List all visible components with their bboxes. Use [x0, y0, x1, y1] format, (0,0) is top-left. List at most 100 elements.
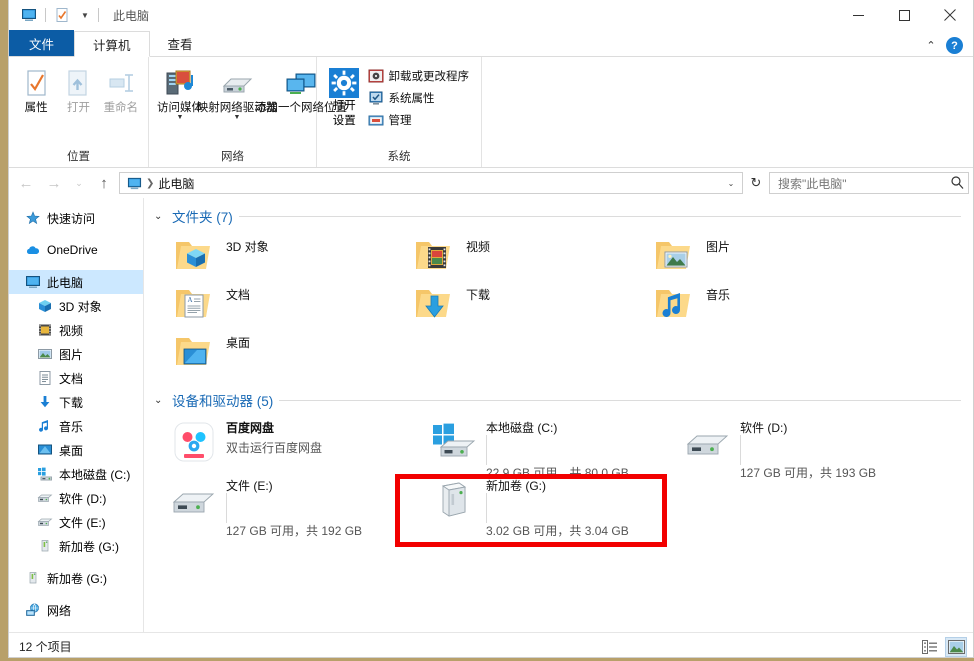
add-network-location-icon: [283, 67, 319, 101]
ribbon-button-open-settings-line1: 打开: [333, 99, 356, 114]
sidebar-item-drive-d[interactable]: 软件 (D:): [9, 486, 143, 510]
sidebar-item-3d-objects[interactable]: 3D 对象: [9, 294, 143, 318]
drive-icon: [37, 490, 53, 506]
sidebar-item-label: 新加卷 (G:): [47, 570, 107, 587]
sidebar-item-videos[interactable]: 视频: [9, 318, 143, 342]
ribbon: 属性 打开: [9, 57, 973, 168]
windows-drive-icon: [430, 418, 478, 466]
ribbon-group-network: 访问媒体 ▼ 映射网络驱动器 ▼: [149, 57, 317, 167]
search-input[interactable]: 搜索"此电脑": [769, 172, 969, 194]
ribbon-button-rename[interactable]: 重命名: [100, 63, 142, 115]
ribbon-filler: [482, 57, 973, 167]
ribbon-button-system-properties[interactable]: 系统属性: [366, 87, 476, 109]
tab-computer[interactable]: 计算机: [74, 31, 150, 57]
3d-objects-icon: [37, 298, 53, 314]
ribbon-button-manage[interactable]: 管理: [366, 109, 476, 131]
folder-tile-3d-objects[interactable]: 3D 对象: [166, 232, 406, 280]
folder-documents-icon: A: [170, 282, 216, 324]
ribbon-button-properties[interactable]: 属性: [15, 63, 57, 115]
quick-access-star-icon: [25, 210, 41, 226]
chevron-down-icon[interactable]: ⌄: [154, 395, 166, 406]
group-header-folders[interactable]: ⌄ 文件夹 (7): [152, 204, 973, 228]
sidebar-item-music[interactable]: 音乐: [9, 414, 143, 438]
sidebar-item-new-volume-g-child[interactable]: 新加卷 (G:): [9, 534, 143, 558]
sidebar-item-drive-e[interactable]: 文件 (E:): [9, 510, 143, 534]
minimize-button[interactable]: [835, 0, 881, 30]
breadcrumb-item-this-pc[interactable]: 此电脑: [158, 175, 194, 192]
sidebar-item-downloads[interactable]: 下载: [9, 390, 143, 414]
sidebar-item-label: 文件 (E:): [59, 514, 106, 531]
help-icon[interactable]: ?: [946, 37, 963, 54]
ribbon-button-uninstall-program[interactable]: 卸载或更改程序: [366, 65, 476, 87]
properties-icon[interactable]: [52, 5, 72, 25]
sidebar-item-label: 网络: [47, 602, 71, 619]
up-button[interactable]: ↑: [91, 171, 117, 195]
ribbon-group-network-title: 网络: [149, 148, 316, 167]
drive-tile-drive-d[interactable]: 软件 (D:) 127 GB 可用，共 193 GB: [680, 416, 973, 470]
ribbon-tabs: 文件 计算机 查看 ⌃ ?: [9, 30, 973, 57]
map-network-drive-icon: [219, 67, 255, 101]
documents-icon: [37, 370, 53, 386]
folder-tile-label: 文档: [226, 282, 250, 303]
group-header-devices[interactable]: ⌄ 设备和驱动器 (5): [152, 388, 973, 412]
content-pane: ⌄ 文件夹 (7): [144, 198, 973, 632]
this-pc-icon: [25, 274, 41, 290]
drive-tile-name: 软件 (D:): [740, 419, 973, 436]
folder-tile-pictures[interactable]: 图片: [646, 232, 886, 280]
qat-dropdown-icon[interactable]: ▼: [78, 5, 92, 25]
sidebar-item-documents[interactable]: 文档: [9, 366, 143, 390]
folder-desktop-icon: [170, 330, 216, 372]
folder-tile-music[interactable]: 音乐: [646, 280, 886, 328]
window-title: 此电脑: [113, 7, 149, 24]
removable-drive-icon: [25, 570, 41, 586]
properties-icon: [20, 67, 52, 101]
tab-file[interactable]: 文件: [9, 30, 74, 56]
this-pc-icon: [126, 175, 142, 191]
folder-tile-documents[interactable]: A 文档: [166, 280, 406, 328]
capacity-bar: [486, 435, 487, 465]
sidebar-item-local-disk-c[interactable]: 本地磁盘 (C:): [9, 462, 143, 486]
this-pc-icon[interactable]: [19, 5, 39, 25]
drive-tile-info: 本地磁盘 (C:) 22.9 GB 可用，共 80.0 GB: [486, 418, 674, 481]
sidebar-item-desktop[interactable]: 桌面: [9, 438, 143, 462]
drive-tile-name: 文件 (E:): [226, 477, 420, 494]
ribbon-button-open[interactable]: 打开: [57, 63, 99, 115]
tiles-view-button[interactable]: [945, 637, 967, 657]
chevron-down-icon[interactable]: ⌄: [154, 211, 166, 222]
uninstall-program-icon: [368, 68, 384, 84]
sidebar-item-this-pc[interactable]: 此电脑: [9, 270, 143, 294]
folder-tile-desktop[interactable]: 桌面: [166, 328, 406, 376]
sidebar-item-onedrive[interactable]: OneDrive: [9, 238, 143, 262]
ribbon-button-open-settings[interactable]: 打开 设置: [323, 63, 366, 129]
collapse-ribbon-icon[interactable]: ⌃: [922, 39, 940, 52]
folder-tile-downloads[interactable]: 下载: [406, 280, 646, 328]
drive-tile-new-volume-g[interactable]: 新加卷 (G:) 3.02 GB 可用，共 3.04 GB: [426, 474, 680, 528]
sidebar-item-quick-access[interactable]: 快速访问: [9, 206, 143, 230]
folder-music-icon: [650, 282, 696, 324]
sidebar-item-network[interactable]: 网络: [9, 598, 143, 622]
drive-icon: [684, 418, 732, 466]
drive-tile-baidu-netdisk[interactable]: 百度网盘 双击运行百度网盘: [166, 416, 426, 470]
sidebar-item-new-volume-g[interactable]: 新加卷 (G:): [9, 566, 143, 590]
forward-button[interactable]: →: [41, 171, 67, 195]
details-view-button[interactable]: [919, 637, 941, 657]
ribbon-button-system-properties-label: 系统属性: [389, 90, 435, 106]
chevron-down-icon[interactable]: ▼: [234, 115, 241, 121]
drive-tile-local-disk-c[interactable]: 本地磁盘 (C:) 22.9 GB 可用，共 80.0 GB: [426, 416, 680, 470]
breadcrumb[interactable]: ❯ 此电脑 ⌄: [119, 172, 743, 194]
chevron-down-icon[interactable]: ▼: [177, 115, 184, 121]
maximize-button[interactable]: [881, 0, 927, 30]
recent-locations-button[interactable]: ⌄: [69, 171, 89, 195]
tab-view[interactable]: 查看: [150, 30, 211, 56]
ribbon-group-location: 属性 打开: [9, 57, 149, 167]
refresh-button[interactable]: ↻: [745, 172, 767, 194]
back-button[interactable]: ←: [13, 171, 39, 195]
sidebar-item-pictures[interactable]: 图片: [9, 342, 143, 366]
drive-tile-drive-e[interactable]: 文件 (E:) 127 GB 可用，共 192 GB: [166, 474, 426, 528]
close-button[interactable]: [927, 0, 973, 30]
sidebar-item-label: 文档: [59, 370, 83, 387]
folder-tile-videos[interactable]: 视频: [406, 232, 646, 280]
system-properties-icon: [368, 90, 384, 106]
sidebar-item-label: 视频: [59, 322, 83, 339]
address-dropdown-icon[interactable]: ⌄: [722, 179, 740, 188]
